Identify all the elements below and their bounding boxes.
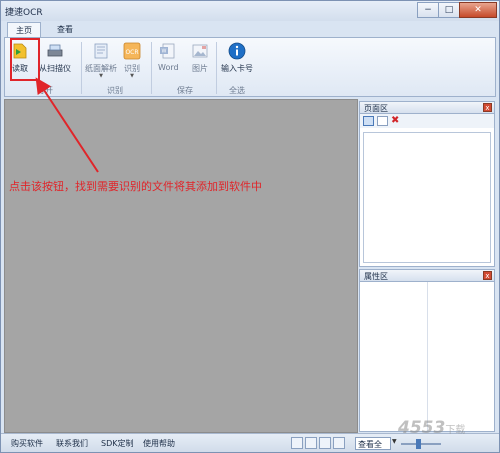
contact-us-link[interactable]: 联系我们 xyxy=(56,438,88,449)
tab-view[interactable]: 查看 xyxy=(49,22,81,37)
close-icon[interactable]: x xyxy=(483,103,492,112)
property-pane-title: 属性区 xyxy=(364,272,388,281)
annotation-text: 点击该按钮，找到需要识别的文件将其添加到软件中 xyxy=(9,180,262,193)
sdk-custom-link[interactable]: SDK定制 xyxy=(101,438,133,449)
actual-size-icon[interactable] xyxy=(319,437,331,449)
page-pane-header: 页面区 x xyxy=(360,102,494,114)
dropdown-arrow-icon: ▼ xyxy=(130,73,134,79)
document-canvas[interactable] xyxy=(4,99,358,433)
help-link[interactable]: 使用帮助 xyxy=(143,438,175,449)
view-mode-icons xyxy=(291,437,345,449)
zoom-slider-track[interactable] xyxy=(401,443,441,445)
ocr-icon-text: OCR xyxy=(125,49,138,56)
watermark-number: 4553 xyxy=(398,418,446,438)
word-icon: W xyxy=(160,43,175,59)
group-label-recognize: 识别 xyxy=(107,86,123,95)
minimize-button[interactable]: − xyxy=(417,2,439,18)
maximize-button[interactable]: □ xyxy=(438,2,460,18)
page-thumbnail-list[interactable] xyxy=(363,132,491,263)
ribbon-tabs: 主页 查看 xyxy=(1,21,499,37)
zoom-select[interactable]: 查看全 xyxy=(355,437,391,450)
save-word-label: Word xyxy=(158,63,179,72)
save-image-button[interactable]: 图片 xyxy=(191,42,209,74)
window-title: 捷速OCR xyxy=(5,8,43,18)
zoom-icon[interactable] xyxy=(333,437,345,449)
page-pane: 页面区 x ✖ xyxy=(359,101,495,267)
thumbnail-view-icon[interactable] xyxy=(363,116,374,126)
ocr-icon: OCR xyxy=(123,42,141,60)
tab-home[interactable]: 主页 xyxy=(7,22,41,37)
fit-page-icon[interactable] xyxy=(291,437,303,449)
watermark-suffix: 下载 xyxy=(445,425,466,436)
ribbon: 读取 从扫描仪 打开 纸面解析 ▼ OCR 识别 ▼ 识别 W Word 图片 … xyxy=(4,37,496,97)
image-icon xyxy=(192,44,208,58)
save-image-label: 图片 xyxy=(192,64,208,73)
enter-card-number-label: 输入卡号 xyxy=(221,64,253,73)
svg-text:W: W xyxy=(162,49,167,55)
buy-software-link[interactable]: 购买软件 xyxy=(11,438,43,449)
scanner-button[interactable]: 从扫描仪 xyxy=(39,42,71,74)
property-column-divider xyxy=(427,282,428,431)
app-window: 捷速OCR − □ ✕ 主页 查看 读取 从扫描仪 打开 纸面解析 ▼ OCR … xyxy=(0,0,500,453)
chevron-down-icon[interactable]: ▼ xyxy=(392,438,397,445)
group-separator xyxy=(81,42,82,94)
close-button[interactable]: ✕ xyxy=(459,2,497,18)
group-label-save: 保存 xyxy=(177,86,193,95)
delete-icon[interactable]: ✖ xyxy=(391,116,399,126)
property-pane-header: 属性区 x xyxy=(360,270,494,282)
blank-page-icon[interactable] xyxy=(377,116,388,126)
read-button-highlight xyxy=(10,38,40,81)
fit-width-icon[interactable] xyxy=(305,437,317,449)
scanner-label: 从扫描仪 xyxy=(39,64,71,73)
scanner-icon xyxy=(47,44,63,57)
page-pane-toolbar: ✖ xyxy=(360,114,494,128)
zoom-slider-thumb[interactable] xyxy=(416,439,421,449)
title-bar[interactable]: 捷速OCR − □ ✕ xyxy=(1,1,499,21)
page-analysis-button[interactable]: 纸面解析 ▼ xyxy=(85,42,117,79)
window-controls: − □ ✕ xyxy=(417,2,497,18)
group-label-select-all: 全选 xyxy=(229,86,245,95)
close-icon[interactable]: x xyxy=(483,271,492,280)
property-pane: 属性区 x xyxy=(359,269,495,432)
ocr-button[interactable]: OCR 识别 ▼ xyxy=(123,42,141,79)
group-label-open: 打开 xyxy=(37,86,53,95)
enter-card-number-button[interactable]: 输入卡号 xyxy=(221,42,253,74)
group-separator xyxy=(151,42,152,94)
info-icon xyxy=(228,42,246,60)
page-pane-title: 页面区 xyxy=(364,104,388,113)
page-analysis-icon xyxy=(94,43,108,59)
watermark: 4553下载 xyxy=(398,418,465,438)
save-word-button[interactable]: W Word xyxy=(158,42,179,72)
dropdown-arrow-icon: ▼ xyxy=(99,73,103,79)
